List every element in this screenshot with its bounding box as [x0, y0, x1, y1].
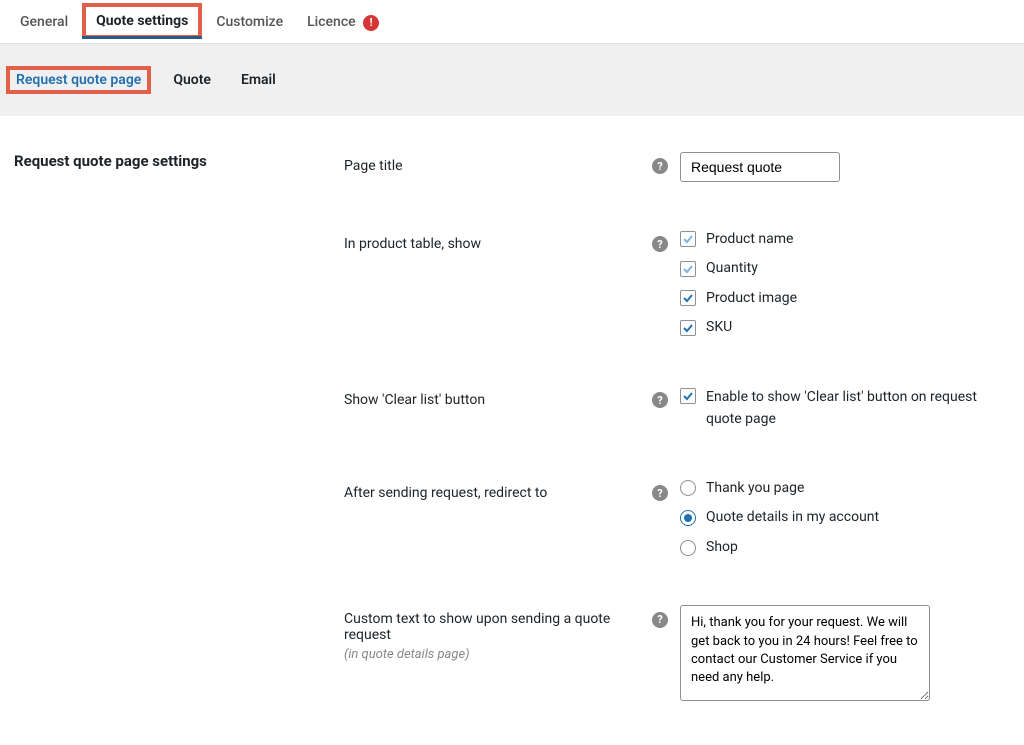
- custom-text-textarea[interactable]: [680, 605, 930, 701]
- section-heading: Request quote page settings: [14, 152, 344, 170]
- label-page-title: Page title: [344, 158, 652, 174]
- settings-content: Request quote page settings Page title ?…: [0, 116, 1024, 745]
- checkbox-product-image[interactable]: [680, 290, 696, 306]
- tab-quote-settings[interactable]: Quote settings: [82, 3, 202, 39]
- subtab-quote[interactable]: Quote: [165, 68, 219, 92]
- clear-list-desc: Enable to show 'Clear list' button on re…: [706, 386, 1006, 431]
- radio-quote-details[interactable]: [680, 510, 696, 526]
- sub-tabs: Request quote page Quote Email: [0, 44, 1024, 116]
- label-redirect: After sending request, redirect to: [344, 485, 652, 501]
- field-product-table: In product table, show ? Product name Qu…: [344, 230, 1010, 338]
- help-icon[interactable]: ?: [652, 158, 668, 174]
- subtab-request-quote-page[interactable]: Request quote page: [6, 66, 151, 94]
- top-tabs: General Quote settings Customize Licence…: [0, 0, 1024, 44]
- checkbox-quantity[interactable]: [680, 261, 696, 277]
- label-product-table: In product table, show: [344, 236, 652, 252]
- option-label: Quote details in my account: [706, 508, 879, 528]
- subtab-email[interactable]: Email: [233, 68, 284, 92]
- label-clear-list: Show 'Clear list' button: [344, 392, 652, 408]
- option-label: Product image: [706, 289, 797, 309]
- option-label: SKU: [706, 318, 732, 338]
- help-icon[interactable]: ?: [652, 392, 668, 408]
- page-title-input[interactable]: [680, 152, 840, 182]
- field-clear-list: Show 'Clear list' button ? Enable to sho…: [344, 386, 1010, 431]
- tab-general[interactable]: General: [8, 0, 80, 42]
- checkbox-clear-list[interactable]: [680, 388, 696, 404]
- help-icon[interactable]: ?: [652, 236, 668, 252]
- option-label: Quantity: [706, 259, 758, 279]
- option-label: Shop: [706, 538, 738, 558]
- label-custom-text: Custom text to show upon sending a quote…: [344, 611, 652, 643]
- field-redirect: After sending request, redirect to ? Tha…: [344, 479, 1010, 558]
- sublabel-custom-text: (in quote details page): [344, 647, 652, 662]
- option-label: Thank you page: [706, 479, 804, 499]
- checkbox-sku[interactable]: [680, 320, 696, 336]
- radio-shop[interactable]: [680, 540, 696, 556]
- checkbox-product-name[interactable]: [680, 231, 696, 247]
- tab-licence[interactable]: Licence !: [295, 0, 391, 43]
- radio-thank-you[interactable]: [680, 480, 696, 496]
- field-page-title: Page title ?: [344, 152, 1010, 182]
- help-icon[interactable]: ?: [652, 485, 668, 501]
- field-custom-text: Custom text to show upon sending a quote…: [344, 605, 1010, 705]
- help-icon[interactable]: ?: [652, 612, 668, 628]
- option-label: Product name: [706, 230, 793, 250]
- tab-customize[interactable]: Customize: [204, 0, 295, 42]
- alert-icon: !: [363, 15, 379, 31]
